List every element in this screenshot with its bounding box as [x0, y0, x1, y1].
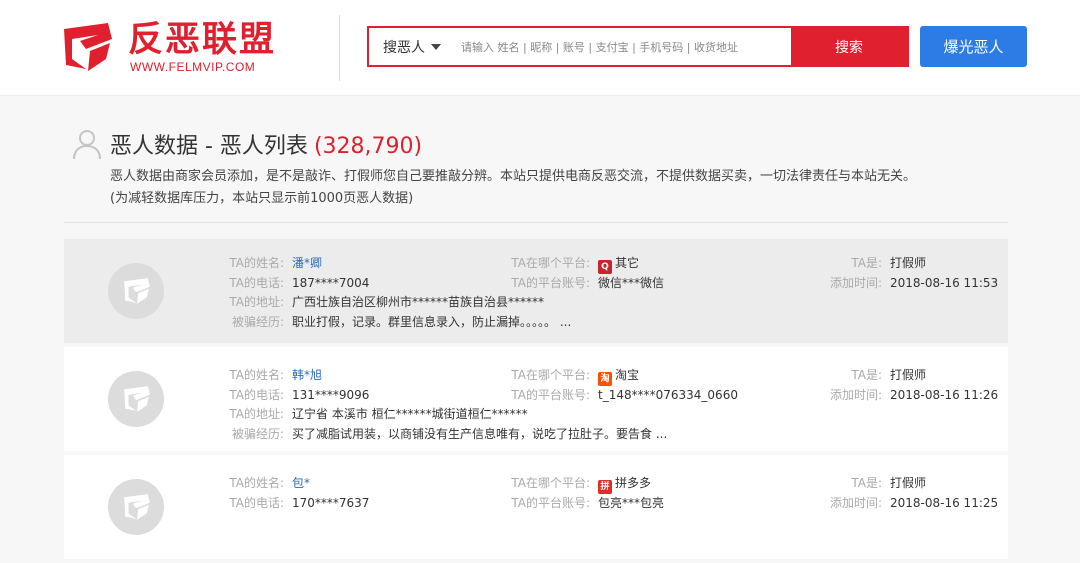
platform-field: TA在哪个平台: 淘淘宝	[504, 367, 639, 386]
account-field: TA的平台账号: t_148****076334_0660	[504, 387, 738, 403]
name-link[interactable]: 包*	[292, 476, 310, 490]
account-label: TA的平台账号:	[511, 496, 590, 510]
villain-list: TA的姓名: 潘*卿 TA的电话: 187****7004 TA的地址: 广西壮族自治…	[64, 239, 1008, 563]
section-divider	[64, 222, 1008, 223]
avatar	[108, 371, 164, 427]
type-field: TA是: 打假师	[824, 367, 926, 383]
logo-title[interactable]: 反恶联盟	[128, 20, 276, 60]
shield-placeholder-icon	[124, 494, 150, 520]
type-value: 打假师	[890, 368, 927, 382]
experience-value: 买了减脂试用装，以商铺没有生产信息唯有，说吃了拉肚子。要告食 ...	[292, 427, 668, 441]
name-label: TA的姓名:	[229, 476, 284, 490]
type-value: 打假师	[890, 476, 927, 490]
type-label: TA是:	[851, 256, 882, 270]
platform-value: 拼多多	[615, 476, 652, 490]
shield-placeholder-icon	[124, 386, 150, 412]
account-field: TA的平台账号: 微信***微信	[504, 275, 664, 291]
type-label: TA是:	[851, 476, 882, 490]
added-value: 2018-08-16 11:53	[890, 276, 999, 290]
notice-text: 恶人数据由商家会员添加，是不是敲诈、打假师您自己要推敲分辨。本站只提供电商反恶交…	[110, 166, 916, 210]
site-header: 反恶联盟 WWW.FELMVIP.COM 搜恶人 搜索 爆光恶人	[0, 0, 1080, 96]
experience-field: 被骗经历: 买了减脂试用装，以商铺没有生产信息唯有，说吃了拉肚子。要告食 ...	[214, 426, 667, 442]
platform-value: 淘宝	[615, 368, 640, 382]
account-label: TA的平台账号:	[511, 388, 590, 402]
added-value: 2018-08-16 11:26	[890, 388, 999, 402]
account-value: 包亮***包亮	[598, 496, 665, 510]
search-input[interactable]	[459, 32, 793, 63]
experience-field: 被骗经历: 职业打假，记录。群里信息录入，防止漏掉。。。。。 ...	[214, 314, 571, 330]
villain-record[interactable]: TA的姓名: 包* TA的电话: 170****7637 TA在哪个平台: 拼拼多多 …	[64, 455, 1008, 559]
platform-label: TA在哪个平台:	[511, 256, 590, 270]
user-icon	[73, 130, 101, 160]
header-divider	[339, 15, 340, 81]
phone-field: TA的电话: 187****7004	[214, 275, 369, 291]
platform-label: TA在哪个平台:	[511, 476, 590, 490]
villain-record[interactable]: TA的姓名: 潘*卿 TA的电话: 187****7004 TA的地址: 广西壮族自治…	[64, 239, 1008, 343]
search-type-dropdown[interactable]: 搜恶人	[369, 28, 455, 65]
account-field: TA的平台账号: 包亮***包亮	[504, 495, 664, 511]
phone-value: 131****9096	[292, 388, 370, 402]
phone-value: 187****7004	[292, 276, 370, 290]
address-label: TA的地址:	[229, 295, 284, 309]
account-value: 微信***微信	[598, 276, 665, 290]
platform-field: TA在哪个平台: Q 其它	[504, 255, 639, 274]
experience-label: 被骗经历:	[231, 427, 284, 441]
type-field: TA是: 打假师	[824, 475, 926, 491]
experience-label: 被骗经历:	[231, 315, 284, 329]
other-platform-icon: Q	[598, 260, 612, 274]
shield-logo-icon[interactable]	[58, 21, 114, 73]
added-field: 添加时间: 2018-08-16 11:53	[824, 275, 998, 291]
phone-label: TA的电话:	[229, 276, 284, 290]
notice-line-2: (为减轻数据库压力，本站只显示前1000页恶人数据)	[110, 191, 414, 206]
logo-url: WWW.FELMVIP.COM	[130, 60, 256, 74]
search-type-label: 搜恶人	[383, 39, 425, 56]
name-link[interactable]: 韩*旭	[292, 368, 322, 382]
type-label: TA是:	[851, 368, 882, 382]
expose-villain-button[interactable]: 爆光恶人	[920, 26, 1027, 67]
address-value: 辽宁省 本溪市 桓仁******城街道桓仁******	[292, 407, 528, 421]
villain-record[interactable]: TA的姓名: 韩*旭 TA的电话: 131****9096 TA的地址: 辽宁省 本溪…	[64, 347, 1008, 451]
added-field: 添加时间: 2018-08-16 11:25	[824, 495, 998, 511]
name-link[interactable]: 潘*卿	[292, 256, 322, 270]
type-value: 打假师	[890, 256, 927, 270]
search-button[interactable]: 搜索	[791, 28, 907, 65]
added-value: 2018-08-16 11:25	[890, 496, 999, 510]
shield-placeholder-icon	[124, 278, 150, 304]
address-field: TA的地址: 广西壮族自治区柳州市******苗族自治县******	[214, 294, 544, 310]
address-label: TA的地址:	[229, 407, 284, 421]
avatar	[108, 263, 164, 319]
address-field: TA的地址: 辽宁省 本溪市 桓仁******城街道桓仁******	[214, 406, 528, 422]
experience-value: 职业打假，记录。群里信息录入，防止漏掉。。。。。 ...	[292, 315, 572, 329]
search-box: 搜恶人 搜索	[367, 26, 909, 67]
page-title: 恶人数据 - 恶人列表 (328,790)	[110, 128, 422, 160]
phone-field: TA的电话: 170****7637	[214, 495, 369, 511]
page-title-text: 恶人数据 - 恶人列表	[110, 134, 308, 159]
notice-line-1: 恶人数据由商家会员添加，是不是敲诈、打假师您自己要推敲分辨。本站只提供电商反恶交…	[110, 169, 917, 184]
address-value: 广西壮族自治区柳州市******苗族自治县******	[292, 295, 545, 309]
account-value: t_148****076334_0660	[598, 388, 738, 402]
pinduoduo-icon: 拼	[598, 480, 612, 494]
platform-field: TA在哪个平台: 拼拼多多	[504, 475, 651, 494]
phone-label: TA的电话:	[229, 496, 284, 510]
type-field: TA是: 打假师	[824, 255, 926, 271]
name-field: TA的姓名: 潘*卿	[214, 255, 322, 271]
platform-label: TA在哪个平台:	[511, 368, 590, 382]
name-field: TA的姓名: 韩*旭	[214, 367, 322, 383]
record-count: (328,790)	[313, 134, 423, 159]
platform-value: 其它	[615, 256, 640, 270]
added-label: 添加时间:	[829, 388, 882, 402]
taobao-icon: 淘	[598, 372, 612, 386]
name-label: TA的姓名:	[229, 368, 284, 382]
name-label: TA的姓名:	[229, 256, 284, 270]
phone-field: TA的电话: 131****9096	[214, 387, 369, 403]
phone-label: TA的电话:	[229, 388, 284, 402]
avatar	[108, 479, 164, 535]
chevron-down-icon	[431, 43, 441, 50]
account-label: TA的平台账号:	[511, 276, 590, 290]
added-label: 添加时间:	[829, 496, 882, 510]
added-label: 添加时间:	[829, 276, 882, 290]
added-field: 添加时间: 2018-08-16 11:26	[824, 387, 998, 403]
phone-value: 170****7637	[292, 496, 370, 510]
name-field: TA的姓名: 包*	[214, 475, 310, 491]
